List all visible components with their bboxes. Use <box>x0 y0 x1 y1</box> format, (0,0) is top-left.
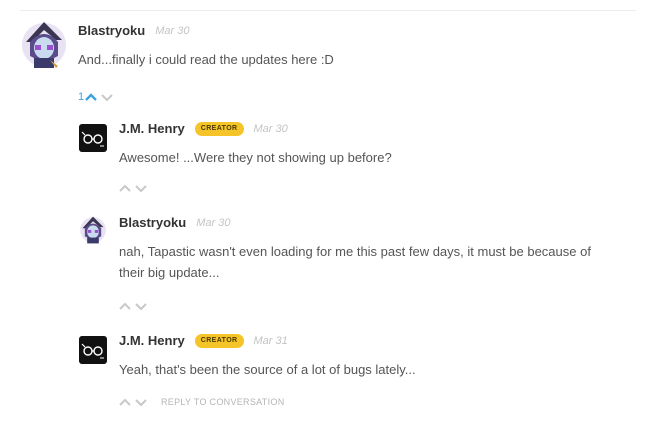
chevron-up-icon <box>85 93 97 101</box>
avatar[interactable] <box>20 20 68 75</box>
downvote-button[interactable] <box>135 301 147 311</box>
comment-author[interactable]: J.M. Henry <box>119 121 185 136</box>
chevron-down-icon <box>135 399 147 407</box>
comment-text: And...finally i could read the updates h… <box>78 52 334 67</box>
comment-date: Mar 31 <box>253 334 288 347</box>
comment-author[interactable]: Blastryoku <box>119 215 186 230</box>
avatar[interactable] <box>79 336 107 369</box>
comment-text: nah, Tapastic wasn't even loading for me… <box>119 241 639 283</box>
anime-character-avatar-icon <box>22 22 66 68</box>
downvote-button[interactable] <box>135 397 147 407</box>
chevron-down-icon <box>135 185 147 193</box>
reply-to-conversation-link[interactable]: REPLY TO CONVERSATION <box>161 397 285 407</box>
glasses-logo-avatar-icon <box>79 124 107 152</box>
upvote-button[interactable] <box>119 183 131 193</box>
vote-count: 1 <box>78 91 85 103</box>
comment-date: Mar 30 <box>253 122 288 135</box>
comment-date: Mar 30 <box>155 24 190 37</box>
comment-author[interactable]: J.M. Henry <box>119 333 185 348</box>
creator-badge: CREATOR <box>194 333 244 348</box>
chevron-up-icon <box>119 302 131 310</box>
comment-text-line: nah, Tapastic wasn't even loading for me… <box>119 244 591 259</box>
anime-character-avatar-icon <box>80 216 106 244</box>
downvote-button[interactable] <box>101 92 113 102</box>
divider <box>20 10 636 11</box>
chevron-up-icon <box>119 184 131 192</box>
upvote-button[interactable] <box>119 397 131 407</box>
chevron-down-icon <box>101 94 113 102</box>
comment-root: Blastryoku Mar 30 And...finally i could … <box>20 20 640 110</box>
glasses-logo-avatar-icon <box>79 336 107 364</box>
comment-author[interactable]: Blastryoku <box>78 23 145 38</box>
avatar[interactable] <box>79 214 107 251</box>
comment-text: Yeah, that's been the source of a lot of… <box>119 362 416 377</box>
reply-2: Blastryoku Mar 30 nah, Tapastic wasn't e… <box>79 212 639 312</box>
reply-3: J.M. Henry CREATOR Mar 31 Yeah, that's b… <box>79 330 639 420</box>
reply-1: J.M. Henry CREATOR Mar 30 Awesome! ...We… <box>79 118 639 198</box>
creator-badge: CREATOR <box>194 121 244 136</box>
downvote-button[interactable] <box>135 183 147 193</box>
upvote-button[interactable] <box>85 92 97 102</box>
comment-date: Mar 30 <box>196 216 231 229</box>
comment-text: Awesome! ...Were they not showing up bef… <box>119 150 392 165</box>
chevron-down-icon <box>135 303 147 311</box>
comment-thread: Blastryoku Mar 30 And...finally i could … <box>0 0 657 427</box>
comment-text-line: their big update... <box>119 265 220 280</box>
avatar[interactable] <box>79 124 107 157</box>
chevron-up-icon <box>119 398 131 406</box>
upvote-button[interactable] <box>119 301 131 311</box>
